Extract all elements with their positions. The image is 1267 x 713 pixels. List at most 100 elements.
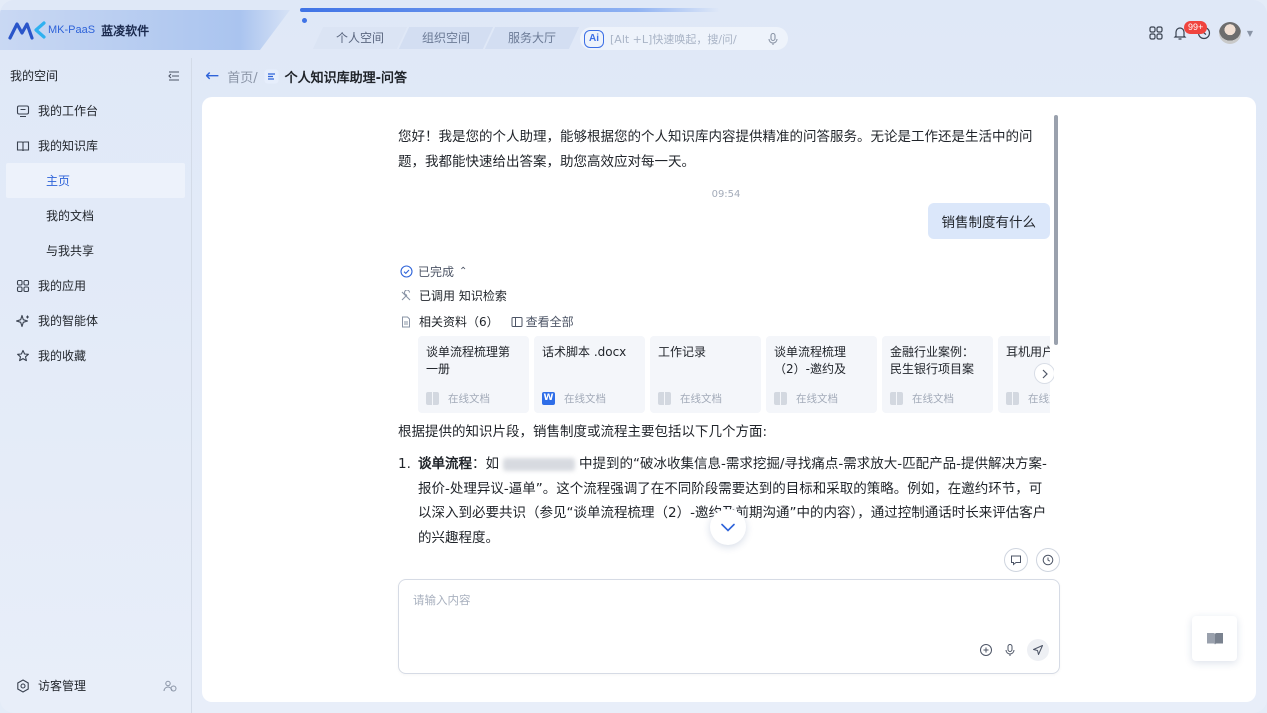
tab-label: 服务大厅 [508,31,557,45]
sidebar-item-workbench[interactable]: 我的工作台 [0,93,191,128]
sidebar-header: 我的空间 [0,58,191,93]
chat-input[interactable] [413,592,1043,632]
message-timestamp: 09:54 [711,189,741,200]
ai-icon[interactable]: Ai [584,29,604,48]
notification-badge: 99+ [1184,21,1208,34]
redacted-text [503,457,575,471]
reference-card[interactable]: 谈单流程梳理（2）-邀约及前… 在线文档 [766,336,877,413]
visitor-management-label: 访客管理 [38,679,87,693]
reference-card-type: 在线文档 [564,393,606,405]
sidebar-item-label: 我的智能体 [38,314,99,328]
mic-icon[interactable] [766,32,780,46]
reference-card-meta: 在线文档 [426,391,490,406]
star-icon [17,349,29,361]
tab-service-hall[interactable]: 服务大厅 [484,27,580,49]
reference-card-meta: W 在线文档 [542,391,606,406]
tab-personal-space[interactable]: 个人空间 [312,27,408,49]
top-bar: MK-PaaS 蓝凌软件 个人空间 组织空间 服务大厅 Ai [Alt +L]快… [0,0,1267,58]
reference-card[interactable]: 金融行业案例：民生银行项目案例… 在线文档 [882,336,993,413]
assistant-greeting: 您好！我是您的个人助理，能够根据您的个人知识库内容提供精准的问答服务。无论是工作… [398,129,1033,170]
reference-card[interactable]: 工作记录 在线文档 [650,336,761,413]
user-message-bubble: 销售制度有什么 [927,203,1050,239]
reference-card-type: 在线文档 [1028,393,1050,405]
monitor-icon [16,104,30,117]
page-title: 个人知识库助理-问答 [284,70,408,86]
tab-label: 个人空间 [336,31,385,45]
sidebar-item-knowledge-base[interactable]: 我的知识库 [0,128,191,163]
reference-card-title: 话术脚本 .docx [542,345,627,359]
sidebar: 我的空间 我的工作台 我的知识库 主页 我的文档 与我共享 我的应用 我的智能体… [0,58,191,713]
answer-intro: 根据提供的知识片段，销售制度或流程主要包括以下几个方面: [398,424,768,440]
tab-label: 组织空间 [422,31,471,45]
history-clock-icon [1042,554,1054,566]
search-placeholder[interactable]: [Alt +L]快速唤起，搜/问/ [610,31,766,47]
open-book-icon [1206,632,1223,645]
scrollbar-thumb[interactable] [1054,115,1058,345]
reference-card-type: 在线文档 [912,393,954,405]
history-button[interactable] [1036,548,1060,572]
completion-status[interactable]: 已完成 ⌃ [400,263,467,280]
send-button[interactable] [1027,639,1049,661]
reference-card-title: 谈单流程梳理（2）-邀约及前… [774,345,847,376]
input-actions [979,639,1049,661]
tools-icon [401,289,411,300]
sidebar-item-label: 我的知识库 [38,139,99,153]
chat-scroll-area[interactable]: 您好！我是您的个人助理，能够根据您的个人知识库内容提供精准的问答服务。无论是工作… [398,97,1054,567]
sidebar-subitem-my-docs[interactable]: 我的文档 [0,198,191,233]
breadcrumb-home-link[interactable]: 首页/ [227,67,257,86]
doc-file-icon [426,392,439,405]
check-circle-icon [400,265,413,278]
reference-card-title: 工作记录 [658,345,707,359]
sidebar-item-favorites[interactable]: 我的收藏 [0,338,191,373]
brand[interactable]: MK-PaaS 蓝凌软件 [0,10,290,50]
apps-grid-icon [16,279,30,292]
reference-card-meta: 在线文档 [1006,391,1050,406]
sidebar-title: 我的空间 [10,69,59,83]
document-icon [402,316,410,327]
sidebar-divider [191,58,192,713]
top-accent-line [300,8,720,12]
reference-card[interactable]: 谈单流程梳理第一册 在线文档 [418,336,529,413]
chevron-down-icon [721,523,735,532]
floating-book-button[interactable] [1192,616,1237,661]
user-avatar[interactable] [1218,22,1241,44]
tab-org-space[interactable]: 组织空间 [398,27,494,49]
doc-file-icon [890,392,903,405]
add-circle-icon[interactable] [979,643,993,657]
sidebar-item-label: 我的应用 [38,279,87,293]
chat-plus-icon [1011,555,1021,566]
visitor-management-button[interactable]: 访客管理 [16,677,86,694]
reference-card[interactable]: 话术脚本 .docx W 在线文档 [534,336,645,413]
reference-cards: 谈单流程梳理第一册 在线文档 话术脚本 .docx W 在线文档 工作记录 在线文… [418,336,1050,413]
sidebar-item-label: 我的工作台 [38,104,99,118]
cards-next-button[interactable] [1034,363,1054,384]
sidebar-subitem-home[interactable]: 主页 [6,163,185,198]
view-all-link[interactable]: 查看全部 [511,313,574,330]
global-search[interactable]: Ai [Alt +L]快速唤起，搜/问/ [580,27,788,50]
app-window: MK-PaaS 蓝凌软件 个人空间 组织空间 服务大厅 Ai [Alt +L]快… [0,0,1267,713]
reference-card-type: 在线文档 [448,393,490,405]
back-arrow-icon[interactable]: ← [205,66,219,86]
apps-grid-icon[interactable] [1147,24,1165,42]
agent-sparkle-icon [16,314,29,327]
mic-icon[interactable] [1003,643,1017,657]
reference-card-type: 在线文档 [796,393,838,405]
chat-input-box[interactable] [398,579,1060,674]
doc-file-icon [1006,392,1019,405]
answer-item-title: 谈单流程 [418,456,472,472]
sidebar-item-agents[interactable]: 我的智能体 [0,303,191,338]
new-chat-button[interactable] [1004,548,1028,572]
sidebar-subitem-shared[interactable]: 与我共享 [0,233,191,268]
knowledge-assistant-icon [264,69,279,83]
settings-hexagon-icon [17,678,29,693]
sidebar-footer: 访客管理 [0,668,191,703]
reference-card-meta: 在线文档 [774,391,838,406]
collapse-sidebar-icon[interactable] [167,69,181,83]
sidebar-item-apps[interactable]: 我的应用 [0,268,191,303]
references-count-label: 相关资料（6） [419,315,499,329]
users-switch-icon[interactable] [163,679,177,693]
word-file-icon: W [542,392,555,405]
scroll-to-bottom-button[interactable] [710,509,746,545]
chevron-down-icon[interactable]: ▼ [1247,29,1253,38]
chevron-up-icon[interactable]: ⌃ [459,266,467,277]
